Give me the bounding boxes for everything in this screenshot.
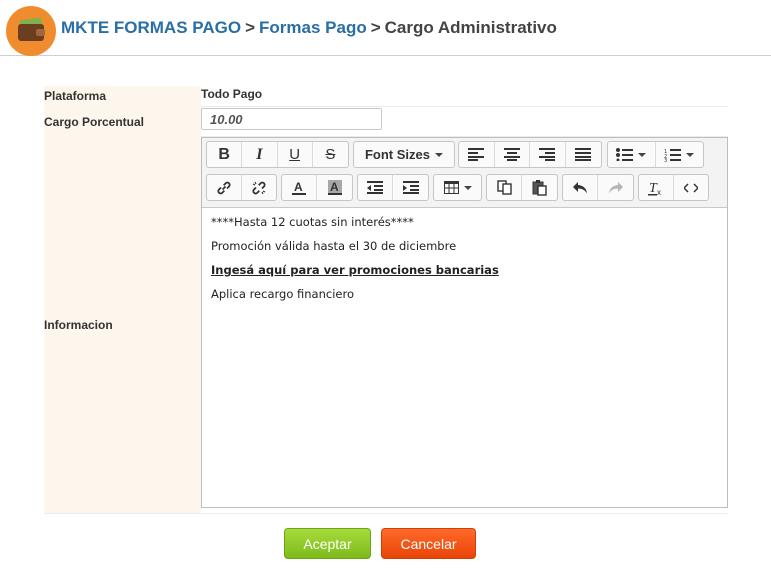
- color-group: A A: [281, 174, 353, 201]
- svg-text:A: A: [294, 180, 303, 194]
- redo-icon[interactable]: [598, 175, 633, 200]
- form-row-plataforma: Plataforma Todo Pago: [44, 86, 728, 107]
- breadcrumb-link-formas-pago[interactable]: Formas Pago: [259, 18, 367, 37]
- svg-text:x: x: [657, 188, 661, 196]
- lists-group: 123: [607, 141, 704, 168]
- breadcrumb-link-mkte-formas-pago[interactable]: MKTE FORMAS PAGO: [61, 18, 241, 37]
- underline-icon[interactable]: U: [278, 142, 313, 167]
- table-group: [433, 174, 482, 201]
- editor-content[interactable]: ****Hasta 12 cuotas sin interés**** Prom…: [211, 216, 499, 312]
- source-code-icon[interactable]: [674, 175, 709, 200]
- cancel-button[interactable]: Cancelar: [381, 528, 476, 559]
- cargo-porcentual-input[interactable]: [201, 108, 382, 130]
- link-group: [206, 174, 277, 201]
- clear-formatting-icon[interactable]: Tx: [639, 175, 674, 200]
- italic-icon[interactable]: I: [242, 142, 278, 167]
- strikethrough-icon[interactable]: S: [313, 142, 348, 167]
- table-icon[interactable]: [434, 175, 481, 200]
- bold-icon[interactable]: B: [207, 142, 243, 167]
- link-icon[interactable]: [207, 175, 242, 200]
- align-right-icon[interactable]: [530, 142, 566, 167]
- chevron-down-icon: [686, 152, 695, 157]
- chevron-down-icon: [435, 152, 443, 157]
- page-header: MKTE FORMAS PAGO > Formas Pago > Cargo Admin…: [0, 0, 771, 56]
- align-left-icon[interactable]: [459, 142, 495, 167]
- text-style-group: B I U S: [206, 141, 349, 168]
- rich-text-editor[interactable]: B I U S Font Sizes 123 A A T x ****Hasta…: [201, 137, 728, 508]
- copy-icon[interactable]: [487, 175, 522, 200]
- font-sizes-label: Font Sizes: [364, 147, 430, 162]
- history-group: [562, 174, 634, 201]
- svg-text:3: 3: [664, 158, 667, 162]
- breadcrumb-separator: >: [245, 18, 256, 37]
- misc-group: Tx: [638, 174, 709, 201]
- align-center-icon[interactable]: [495, 142, 530, 167]
- breadcrumb-separator: >: [370, 18, 381, 37]
- content-line: Promoción válida hasta el 30 de diciembr…: [211, 239, 457, 253]
- form-row-cargo-porcentual: Cargo Porcentual: [44, 106, 728, 137]
- outdent-icon[interactable]: [358, 175, 393, 200]
- chevron-down-icon: [638, 152, 647, 157]
- accept-button[interactable]: Aceptar: [284, 528, 371, 559]
- plataforma-label: Plataforma: [44, 89, 107, 103]
- breadcrumb: MKTE FORMAS PAGO > Formas Pago > Cargo Admin…: [61, 18, 557, 38]
- content-line: ****Hasta 12 cuotas sin interés****: [211, 215, 414, 229]
- font-sizes-dropdown[interactable]: Font Sizes: [354, 142, 454, 167]
- promotions-link[interactable]: Ingesá aquí para ver promociones bancari…: [211, 264, 499, 277]
- align-justify-icon[interactable]: [566, 142, 601, 167]
- background-color-icon[interactable]: A: [317, 175, 352, 200]
- paste-icon[interactable]: [522, 175, 557, 200]
- undo-icon[interactable]: [563, 175, 598, 200]
- text-color-icon[interactable]: A: [282, 175, 317, 200]
- cargo-porcentual-label: Cargo Porcentual: [44, 115, 145, 129]
- chevron-down-icon: [463, 185, 472, 190]
- wallet-logo-icon: [6, 6, 56, 56]
- indent-group: [357, 174, 429, 201]
- informacion-label: Informacion: [44, 318, 113, 332]
- numbered-list-icon[interactable]: 123: [656, 142, 704, 167]
- font-sizes-group: Font Sizes: [353, 141, 455, 168]
- svg-text:A: A: [330, 180, 339, 194]
- editor-toolbar: B I U S Font Sizes 123 A A T x: [202, 138, 727, 208]
- bullet-list-icon[interactable]: [608, 142, 656, 167]
- content-line: Aplica recargo financiero: [211, 287, 354, 301]
- indent-icon[interactable]: [393, 175, 428, 200]
- clipboard-group: [486, 174, 558, 201]
- breadcrumb-current: Cargo Administrativo: [384, 18, 557, 37]
- alignment-group: [458, 141, 602, 168]
- unlink-icon[interactable]: [242, 175, 277, 200]
- plataforma-value: Todo Pago: [201, 87, 263, 101]
